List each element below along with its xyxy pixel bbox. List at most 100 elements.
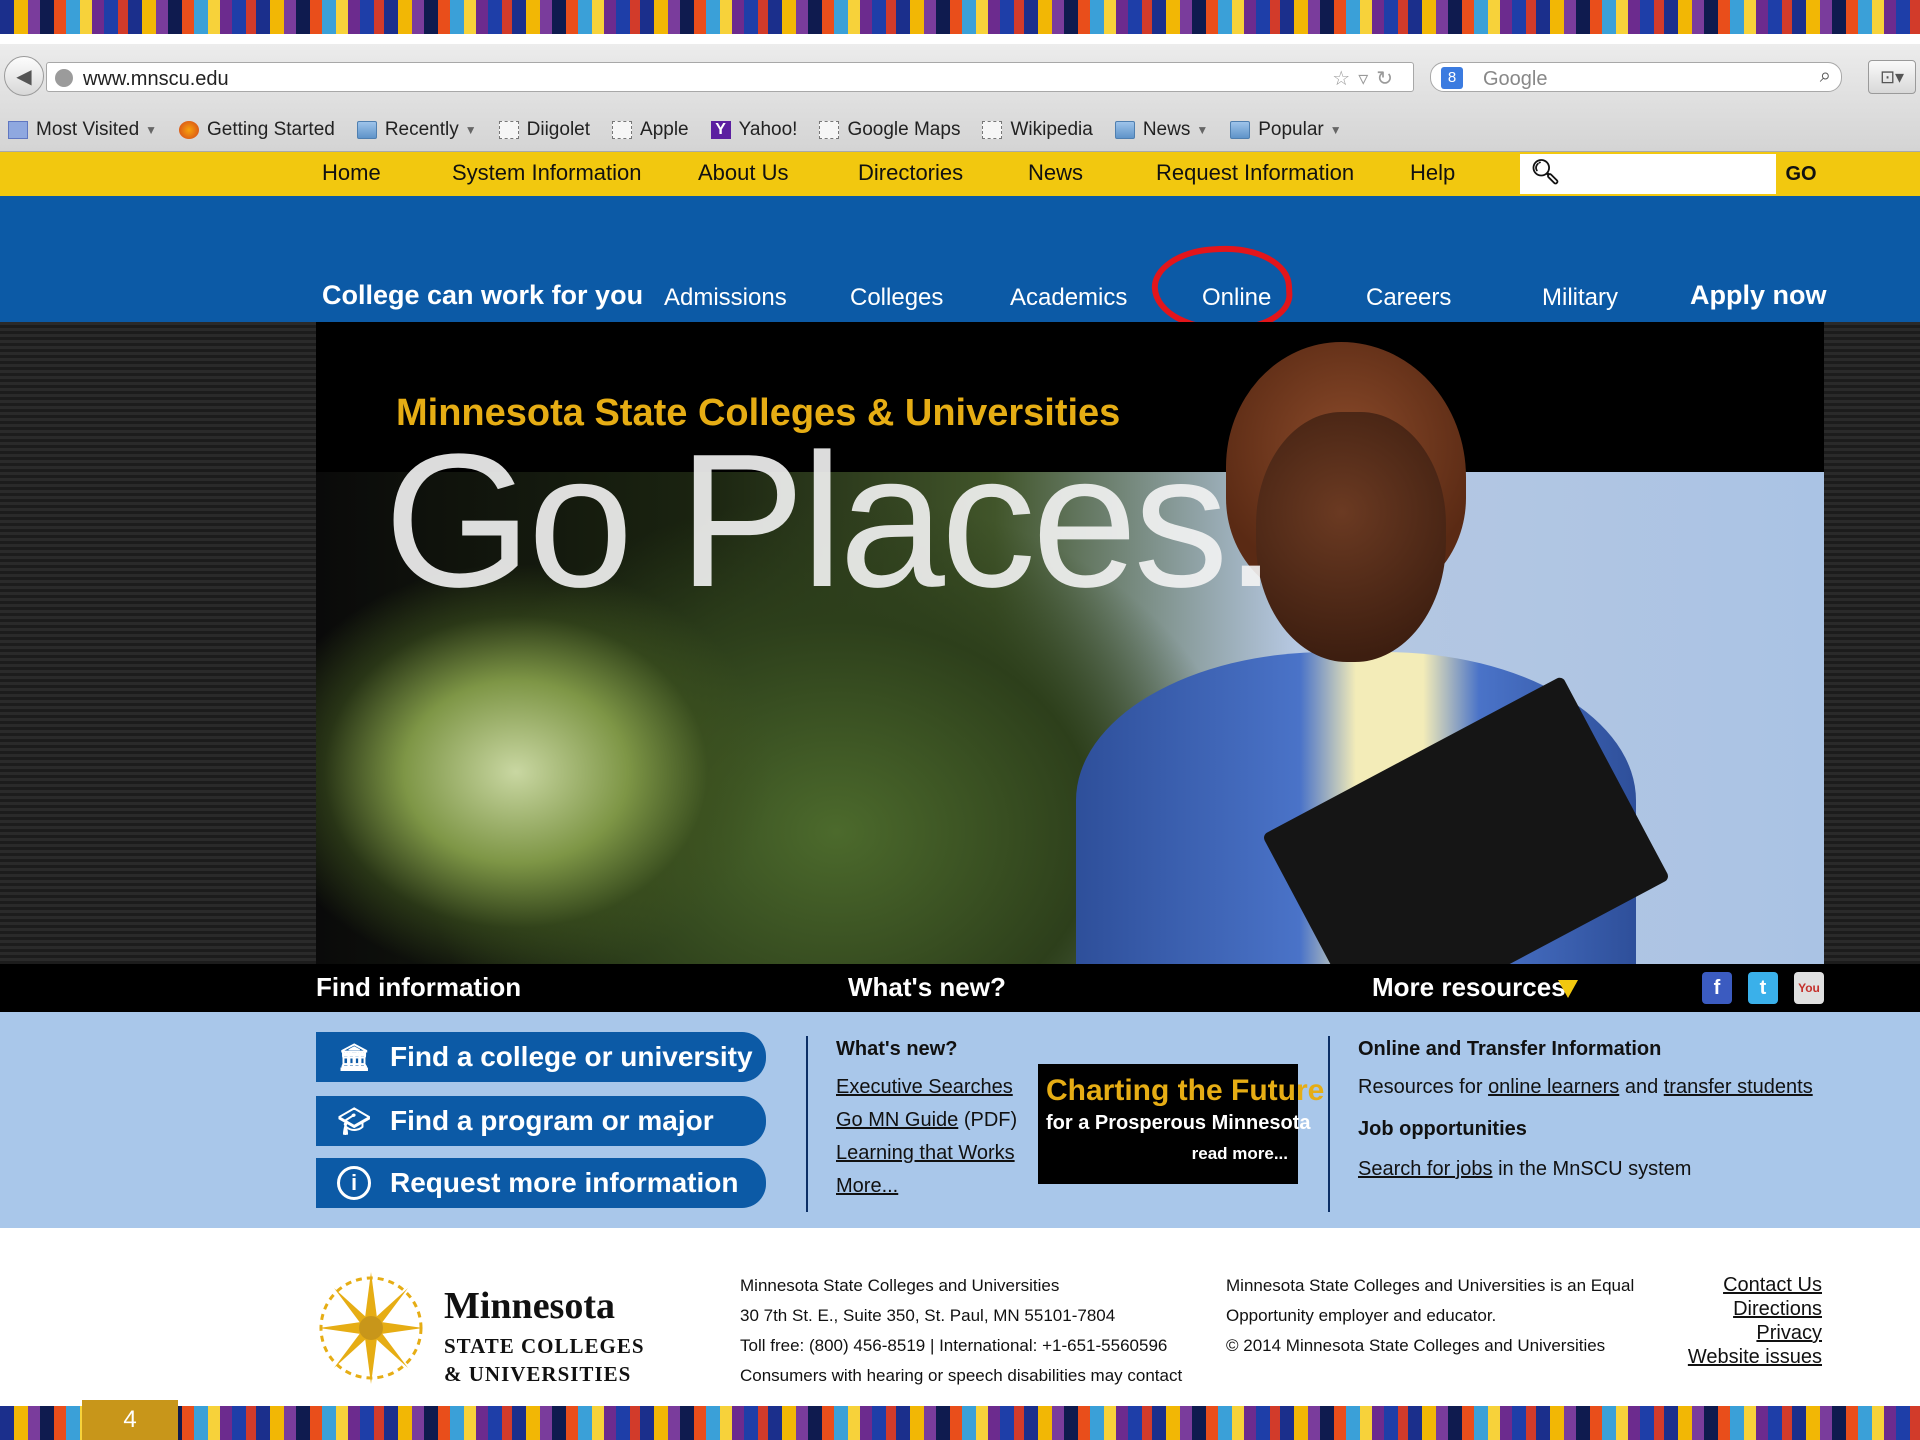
bookmark-recently[interactable]: Recently ▼ [356,119,477,141]
logo-line-2: STATE COLLEGES [444,1334,645,1358]
job-opportunities-heading: Job opportunities [1358,1118,1527,1140]
divider [1328,1036,1330,1212]
building-icon: 🏛︎ [337,1041,371,1072]
page-icon [819,121,840,139]
nav-system-information[interactable]: System Information [452,160,642,186]
hero-subtitle: Minnesota State Colleges & Universities [396,392,1121,434]
whats-new-heading: What's new? [848,972,1006,1002]
transfer-students-link[interactable]: transfer students [1664,1076,1813,1098]
address-line: Consumers with hearing or speech disabil… [740,1366,1183,1385]
contact-us-link[interactable]: Contact Us [1723,1274,1822,1297]
find-information-heading: Find information [316,972,522,1002]
globe-icon [55,69,73,87]
logo-name: Minnesota [444,1285,615,1327]
nav-colleges[interactable]: Colleges [850,284,943,312]
most-visited-icon [8,121,28,139]
equal-opportunity-line: Opportunity employer and educator. [1226,1306,1497,1325]
hero-title: Go Places. [384,415,1277,627]
website-issues-link[interactable]: Website issues [1688,1346,1822,1369]
address-bar[interactable]: www.mnscu.edu ☆▿↻ [46,62,1414,92]
back-arrow-icon: ◀ [16,65,32,88]
tagline: College can work for you [322,280,644,310]
chevron-down-icon: ▼ [464,123,477,137]
whats-new-subheading: What's new? [836,1038,958,1060]
promo-subtitle: for a Prosperous Minnesota [1046,1112,1311,1134]
bookmark-yahoo[interactable]: Y Yahoo! [710,119,797,141]
facebook-icon[interactable]: f [1702,972,1732,1004]
browser-search-box[interactable]: 8 Google ⌕ [1430,62,1842,92]
chevron-down-icon: ▼ [145,123,158,137]
bookmark-star-icon[interactable]: ☆▿↻ [1332,66,1401,91]
browser-toolbar: ◀ www.mnscu.edu ☆▿↻ 8 Google ⌕ ⊡▾ Most V… [0,44,1920,152]
address-line: Toll free: (800) 456-8519 | Internationa… [740,1336,1168,1355]
read-more-link[interactable]: read more... [1192,1144,1288,1164]
youtube-icon[interactable]: You Tube [1794,972,1824,1027]
back-button[interactable]: ◀ [4,56,44,96]
learning-that-works-link[interactable]: Learning that Works [836,1142,1015,1165]
charting-future-promo[interactable]: Charting the Future for a Prosperous Min… [1038,1064,1324,1184]
nav-directories[interactable]: Directories [858,160,963,186]
bookmark-popular[interactable]: Popular ▼ [1230,119,1342,141]
resources-line: Resources for online learners and transf… [1358,1076,1813,1098]
bookmark-google-maps[interactable]: Google Maps [819,119,960,141]
footer: Minnesota STATE COLLEGES & UNIVERSITIES … [0,1228,1920,1406]
minnesota-star-logo-icon [319,1272,423,1384]
more-link[interactable]: More... [836,1175,898,1198]
bookmark-getting-started[interactable]: Getting Started [179,119,335,141]
nav-about-us[interactable]: About Us [698,160,789,186]
nav-news[interactable]: News [1028,160,1083,186]
nav-military[interactable]: Military [1542,284,1618,312]
directions-link[interactable]: Directions [1733,1298,1822,1321]
bookmark-most-visited[interactable]: Most Visited ▼ [8,119,157,141]
firefox-icon [179,121,200,139]
search-icon: 🔍︎ [1530,159,1561,186]
folder-icon [1230,121,1251,139]
go-button[interactable]: GO [1776,154,1826,194]
apply-now-link[interactable]: Apply now [1690,280,1827,311]
bookmarks-bar: Most Visited ▼ Getting Started Recently ▼ … [0,114,1356,146]
more-resources-toggle[interactable]: More resources [1372,972,1566,1003]
utility-nav: Home System Information About Us Directo… [0,152,1920,196]
page-icon [612,121,633,139]
nav-admissions[interactable]: Admissions [664,284,787,312]
info-header: Find information What's new? More resour… [0,964,1920,1027]
nav-careers[interactable]: Careers [1366,284,1451,312]
chevron-down-icon: ▼ [1196,123,1209,137]
promo-title: Charting the Future [1046,1074,1325,1107]
nav-academics[interactable]: Academics [1010,284,1127,312]
student-photo-face [1256,412,1446,662]
executive-searches-link[interactable]: Executive Searches [836,1076,1013,1099]
copyright-line: © 2014 Minnesota State Colleges and Univ… [1226,1336,1606,1355]
nav-home[interactable]: Home [322,160,381,186]
hero-banner: Go Places. Minnesota State Colleges & Un… [0,322,1920,964]
bookmark-wikipedia[interactable]: Wikipedia [982,119,1093,141]
site-search-input[interactable]: 🔍︎ [1520,154,1776,194]
slide-number: 4 [82,1400,178,1440]
bookmark-news[interactable]: News ▼ [1114,119,1209,141]
bookmark-diigolet[interactable]: Diigolet [498,119,590,141]
addon-button[interactable]: ⊡▾ [1868,60,1916,94]
search-icon[interactable]: ⌕ [1820,65,1831,88]
search-engine-icon[interactable]: 8 [1441,67,1463,89]
request-info-button[interactable]: i Request more information [316,1158,766,1208]
decorative-stripe-top [0,0,1920,34]
online-learners-link[interactable]: online learners [1488,1076,1619,1098]
logo-line-3: & UNIVERSITIES [444,1362,632,1386]
chevron-down-icon: ▼ [1329,123,1342,137]
nav-request-information[interactable]: Request Information [1156,160,1354,186]
search-for-jobs-link[interactable]: Search for jobs [1358,1158,1493,1180]
yahoo-icon: Y [710,121,731,139]
jobs-line: Search for jobs in the MnSCU system [1358,1158,1692,1180]
twitter-icon[interactable]: t [1748,972,1778,1004]
find-program-button[interactable]: 🎓︎ Find a program or major [316,1096,766,1146]
nav-help[interactable]: Help [1410,160,1455,186]
search-placeholder: Google [1483,68,1548,90]
url-text[interactable]: www.mnscu.edu [83,68,229,91]
main-nav: College can work for you Admissions Coll… [0,196,1920,336]
bookmark-apple[interactable]: Apple [612,119,689,141]
triangle-down-icon[interactable] [1558,980,1578,998]
find-college-button[interactable]: 🏛︎ Find a college or university [316,1032,766,1082]
address-line: 30 7th St. E., Suite 350, St. Paul, MN 5… [740,1306,1116,1325]
go-mn-guide-link[interactable]: Go MN Guide (PDF) [836,1109,1017,1132]
privacy-link[interactable]: Privacy [1756,1322,1822,1345]
